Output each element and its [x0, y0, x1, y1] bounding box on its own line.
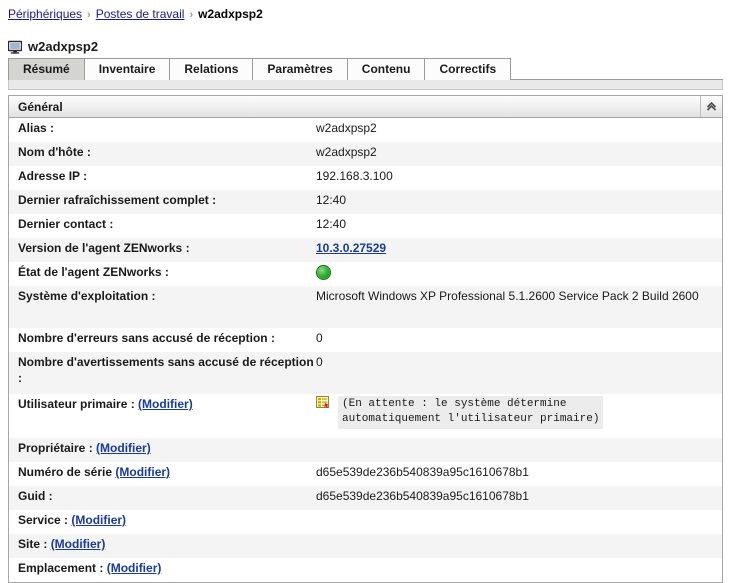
row-label-text: Site : [18, 537, 48, 551]
table-row: Alias : w2adxpsp2 [9, 118, 722, 142]
workstation-monitor-icon [8, 40, 22, 54]
table-row: Nombre d'erreurs sans accusé de réceptio… [9, 328, 722, 352]
tab-contenu[interactable]: Contenu [346, 58, 426, 80]
edit-location-link[interactable]: (Modifier) [107, 561, 162, 575]
table-row: Guid : d65e539de236b540839a95c1610678b1 [9, 486, 722, 510]
row-value: w2adxpsp2 [316, 145, 377, 159]
row-label: Dernier contact : [18, 217, 114, 231]
row-label: Nombre d'avertissements sans accusé de r… [18, 355, 314, 385]
pending-user-block: (En attente : le système détermine autom… [316, 396, 712, 429]
status-badge [316, 264, 712, 280]
row-label: Adresse IP : [18, 169, 88, 183]
row-value: d65e539de236b540839a95c1610678b1 [316, 465, 529, 479]
row-label: Dernier rafraîchissement complet : [18, 193, 217, 207]
table-row: Nom d'hôte : w2adxpsp2 [9, 142, 722, 166]
breadcrumb-separator: › [87, 9, 91, 21]
table-row: Nombre d'avertissements sans accusé de r… [9, 352, 722, 394]
row-value: 192.168.3.100 [316, 169, 393, 183]
row-value: 0 [316, 331, 323, 345]
general-panel: Général Alias : w2adxpsp2 Nom d'hôte : w… [8, 95, 723, 583]
row-label: Guid : [18, 489, 53, 503]
row-label-text: Service : [18, 513, 69, 527]
tab-inventaire[interactable]: Inventaire [83, 58, 171, 80]
table-row: Numéro de série (Modifier) d65e539de236b… [9, 462, 722, 486]
row-label: Propriétaire : (Modifier) [9, 440, 316, 456]
table-row: Utilisateur primaire : (Modifier) (En at… [9, 394, 722, 438]
tab-resume[interactable]: Résumé [8, 58, 85, 80]
table-row: Service : (Modifier) [9, 510, 722, 534]
row-label: Service : (Modifier) [9, 512, 316, 528]
breadcrumb-separator: › [189, 9, 194, 21]
row-label: Nombre d'erreurs sans accusé de réceptio… [18, 331, 275, 345]
row-value: d65e539de236b540839a95c1610678b1 [316, 489, 529, 503]
edit-primary-user-link[interactable]: (Modifier) [138, 397, 193, 411]
table-row: Emplacement : (Modifier) [9, 558, 722, 582]
row-value: 12:40 [316, 217, 347, 231]
table-row: Dernier contact : 12:40 [9, 214, 722, 238]
row-value: 0 [316, 355, 323, 369]
row-label: Site : (Modifier) [9, 536, 316, 552]
table-row: Système d'exploitation : Microsoft Windo… [9, 286, 722, 328]
user-form-icon [316, 396, 331, 413]
breadcrumb-item-current: w2adxpsp2 [198, 7, 263, 21]
row-value: w2adxpsp2 [316, 121, 377, 135]
pending-user-text: (En attente : le système détermine autom… [338, 396, 604, 429]
edit-department-link[interactable]: (Modifier) [71, 513, 126, 527]
breadcrumb: Périphériques › Postes de travail › w2adxpsp… [0, 0, 731, 23]
breadcrumb-item-workstations[interactable]: Postes de travail [96, 7, 185, 21]
tab-correctifs[interactable]: Correctifs [424, 58, 512, 80]
page-title: w2adxpsp2 [0, 23, 731, 57]
row-value: 12:40 [316, 193, 347, 207]
general-properties-list: Alias : w2adxpsp2 Nom d'hôte : w2adxpsp2… [9, 118, 722, 582]
page-title-text: w2adxpsp2 [28, 39, 99, 54]
table-row: Dernier rafraîchissement complet : 12:40 [9, 190, 722, 214]
row-label-text: Numéro de série [18, 465, 113, 479]
tab-relations[interactable]: Relations [169, 58, 254, 80]
row-label-text: Utilisateur primaire : [18, 397, 135, 411]
row-label: Emplacement : (Modifier) [9, 560, 316, 576]
row-value [316, 264, 722, 280]
general-panel-title: Général [18, 99, 63, 114]
row-label: Alias : [18, 121, 55, 135]
zenworks-agent-version-link[interactable]: 10.3.0.27529 [316, 241, 386, 255]
tab-bar: Résumé Inventaire Relations Paramètres C… [8, 57, 731, 80]
table-row: Propriétaire : (Modifier) [9, 438, 722, 462]
row-label-text: Propriétaire : [18, 441, 93, 455]
edit-serial-number-link[interactable]: (Modifier) [115, 465, 170, 479]
row-label-text: Emplacement : [18, 561, 104, 575]
row-value: 10.3.0.27529 [316, 240, 722, 256]
row-label: Version de l'agent ZENworks : [18, 241, 190, 255]
edit-site-link[interactable]: (Modifier) [51, 537, 106, 551]
general-panel-header: Général [9, 96, 722, 118]
breadcrumb-item-devices[interactable]: Périphériques [8, 7, 82, 21]
table-row: État de l'agent ZENworks : [9, 262, 722, 286]
tab-parametres[interactable]: Paramètres [252, 58, 348, 80]
row-label: Système d'exploitation : [18, 289, 156, 303]
tab-content-strip [8, 80, 723, 90]
edit-owner-link[interactable]: (Modifier) [96, 441, 151, 455]
row-value: (En attente : le système détermine autom… [316, 396, 722, 429]
row-label: Nom d'hôte : [18, 145, 91, 159]
row-label: Numéro de série (Modifier) [9, 464, 316, 480]
row-label: Utilisateur primaire : (Modifier) [9, 396, 316, 412]
table-row: Version de l'agent ZENworks : 10.3.0.275… [9, 238, 722, 262]
status-ok-icon [316, 265, 331, 280]
table-row: Adresse IP : 192.168.3.100 [9, 166, 722, 190]
chevron-double-up-icon[interactable] [700, 96, 722, 117]
row-value: Microsoft Windows XP Professional 5.1.26… [316, 289, 699, 303]
table-row: Site : (Modifier) [9, 534, 722, 558]
row-label: État de l'agent ZENworks : [18, 265, 169, 279]
